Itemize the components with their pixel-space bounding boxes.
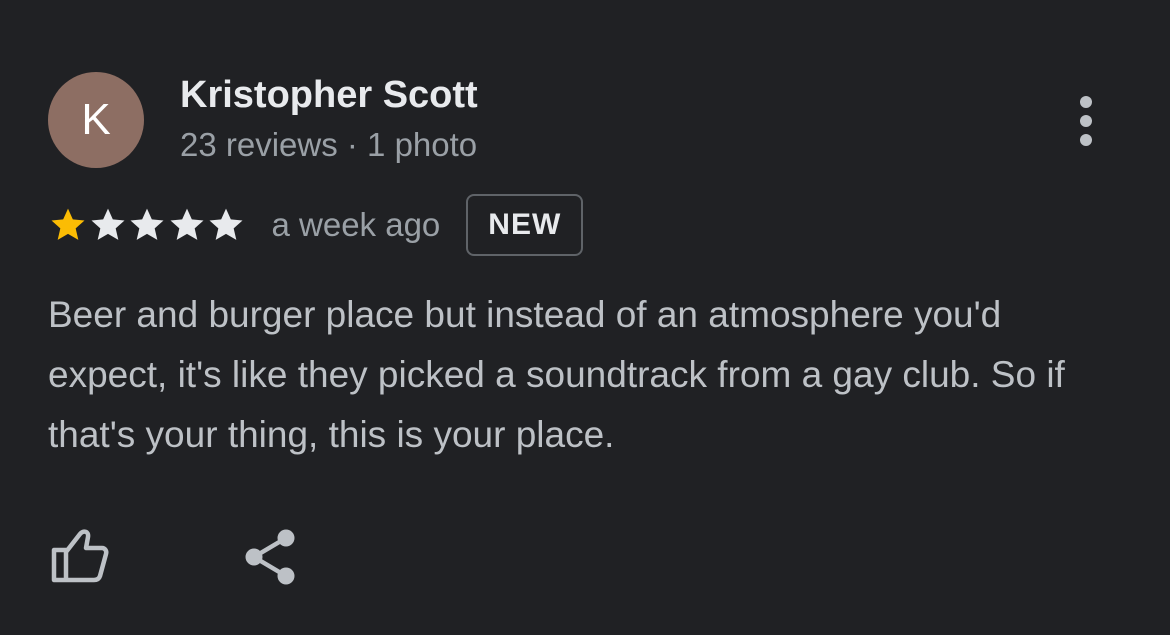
more-vert-icon xyxy=(1080,96,1092,146)
share-icon xyxy=(245,529,295,585)
star-empty-icon xyxy=(209,208,243,240)
thumb-up-icon xyxy=(51,529,109,583)
star-empty-icon xyxy=(170,208,203,240)
new-badge: NEW xyxy=(466,194,584,256)
avatar[interactable]: K xyxy=(48,72,144,168)
like-button[interactable] xyxy=(46,526,112,588)
star-empty-icon xyxy=(130,208,164,240)
avatar-initial: K xyxy=(81,95,111,144)
author-meta: 23 reviews · 1 photo xyxy=(180,126,478,163)
review-text: Beer and burger place but instead of an … xyxy=(48,294,1065,455)
star-filled-icon xyxy=(51,208,85,240)
rating-row: a week ago NEW xyxy=(48,192,584,258)
more-options-button[interactable] xyxy=(1062,92,1110,150)
author-name[interactable]: Kristopher Scott xyxy=(180,74,478,117)
star-rating xyxy=(48,205,246,245)
share-button[interactable] xyxy=(240,526,302,588)
review-date: a week ago xyxy=(271,206,441,243)
star-empty-icon xyxy=(91,208,124,240)
